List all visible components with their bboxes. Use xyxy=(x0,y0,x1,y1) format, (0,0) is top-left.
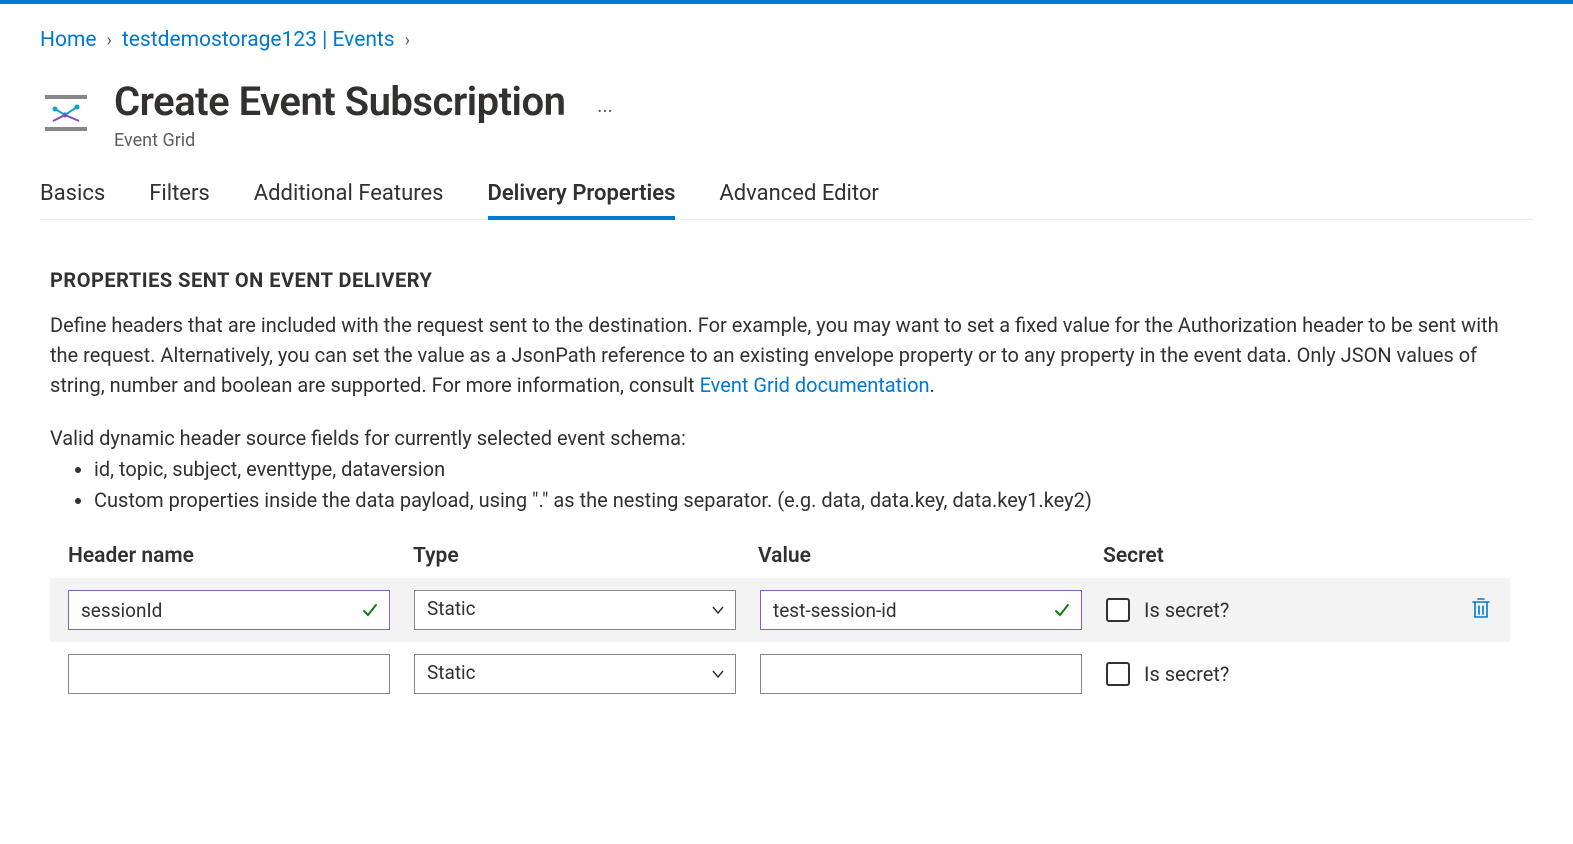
valid-fields-list: id, topic, subject, eventtype, dataversi… xyxy=(94,454,1510,516)
header-name-input[interactable] xyxy=(68,654,390,694)
tab-bar: Basics Filters Additional Features Deliv… xyxy=(40,181,1533,220)
event-grid-icon xyxy=(40,86,92,138)
section-description: Define headers that are included with th… xyxy=(50,310,1510,400)
valid-fields-label: Valid dynamic header source fields for c… xyxy=(50,426,1510,450)
is-secret-checkbox[interactable] xyxy=(1106,598,1130,622)
more-actions-icon[interactable]: ··· xyxy=(597,99,613,123)
list-item: Custom properties inside the data payloa… xyxy=(94,485,1510,516)
checkmark-icon xyxy=(1052,600,1072,624)
list-item: id, topic, subject, eventtype, dataversi… xyxy=(94,454,1510,485)
is-secret-label: Is secret? xyxy=(1144,662,1229,686)
breadcrumb-resource[interactable]: testdemostorage123 | Events xyxy=(122,28,395,52)
checkmark-icon xyxy=(360,600,380,624)
breadcrumb: Home › testdemostorage123 | Events › xyxy=(40,28,1533,52)
is-secret-label: Is secret? xyxy=(1144,598,1229,622)
tab-delivery-properties[interactable]: Delivery Properties xyxy=(488,181,676,220)
page-subtitle: Event Grid xyxy=(114,130,613,151)
chevron-right-icon: › xyxy=(405,30,410,51)
table-row: Static Is secret? xyxy=(50,642,1510,706)
tab-filters[interactable]: Filters xyxy=(149,181,210,219)
column-header-secret: Secret xyxy=(1103,544,1492,568)
column-header-name: Header name xyxy=(68,544,413,568)
value-input[interactable] xyxy=(760,654,1082,694)
is-secret-checkbox[interactable] xyxy=(1106,662,1130,686)
section-title: PROPERTIES SENT ON EVENT DELIVERY xyxy=(50,268,1510,292)
table-row: Static Is secret? xyxy=(50,578,1510,642)
tab-additional-features[interactable]: Additional Features xyxy=(254,181,444,219)
column-header-type: Type xyxy=(413,544,758,568)
breadcrumb-home[interactable]: Home xyxy=(40,28,97,52)
tab-basics[interactable]: Basics xyxy=(40,181,105,219)
tab-advanced-editor[interactable]: Advanced Editor xyxy=(719,181,878,219)
type-select[interactable]: Static xyxy=(414,654,736,694)
doc-link[interactable]: Event Grid documentation xyxy=(700,373,930,397)
delete-icon[interactable] xyxy=(1470,596,1492,625)
page-title: Create Event Subscription xyxy=(114,78,565,125)
column-header-value: Value xyxy=(758,544,1103,568)
value-input[interactable] xyxy=(760,590,1082,630)
type-select[interactable]: Static xyxy=(414,590,736,630)
chevron-right-icon: › xyxy=(107,30,112,51)
header-name-input[interactable] xyxy=(68,590,390,630)
